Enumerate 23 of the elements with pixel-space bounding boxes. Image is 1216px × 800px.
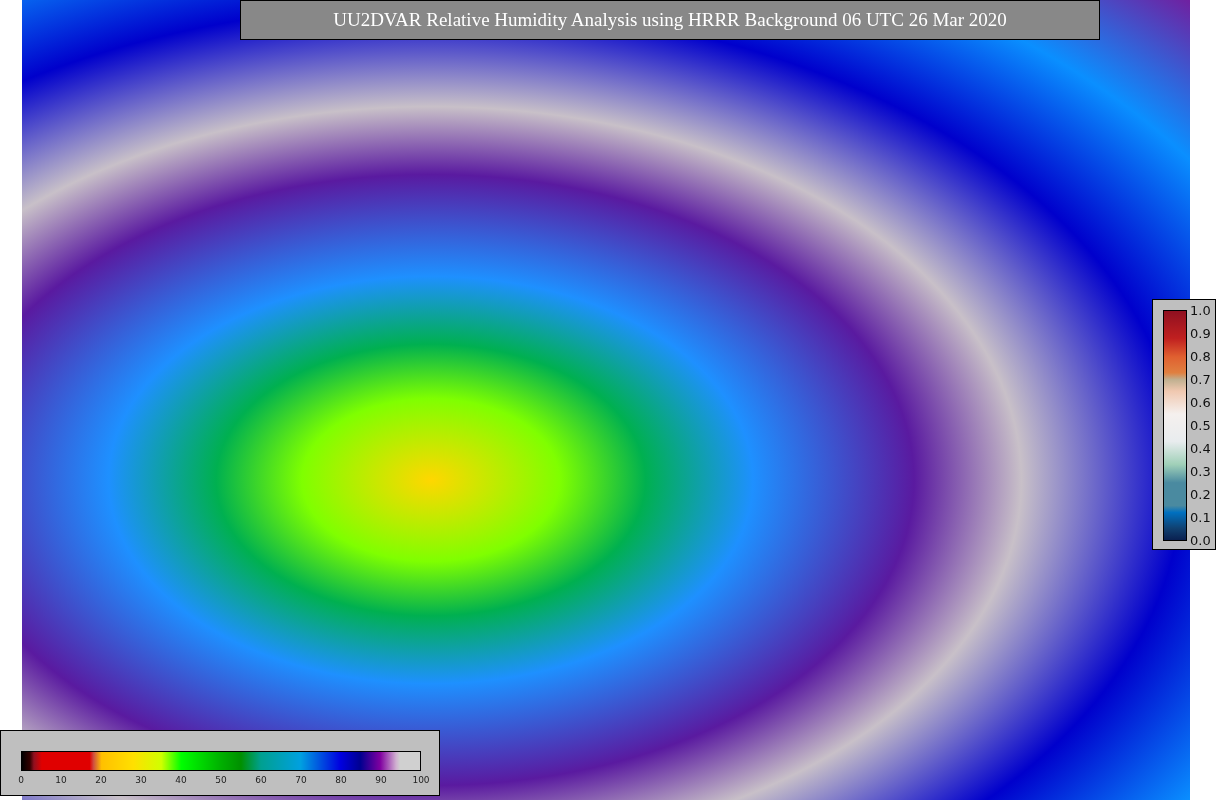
colorbar-tick-label: 0.6	[1190, 396, 1211, 409]
colorbar-tick-label: 100	[411, 776, 431, 785]
colorbar-tick-label: 0.3	[1190, 465, 1211, 478]
colorbar-tick-label: 0	[17, 776, 25, 785]
colorbar-tick-label: 0.2	[1190, 488, 1211, 501]
colorbar-tick-label: 40	[174, 776, 188, 785]
colorbar-tick-label: 80	[334, 776, 348, 785]
colorbar-tick-label: 0.9	[1190, 327, 1211, 340]
colorbar-tick-label: 10	[54, 776, 68, 785]
colorbar-tick-label: 0.5	[1190, 419, 1211, 432]
colorbar-tick-label: 30	[134, 776, 148, 785]
colorbar-tick-label: 0.0	[1190, 534, 1211, 547]
colorbar-tick-label: 1.0	[1190, 304, 1211, 317]
colorbar-tick-label: 50	[214, 776, 228, 785]
colorbar-tick-label: 20	[94, 776, 108, 785]
colorbar-tick-label: 0.4	[1190, 442, 1211, 455]
colorbar-tick-label: 0.1	[1190, 511, 1211, 524]
colorbar-tick-label: 0.8	[1190, 350, 1211, 363]
colorbar-tick-label: 60	[254, 776, 268, 785]
colorbar-tick-label: 90	[374, 776, 388, 785]
colorbar-tick-label: 0.7	[1190, 373, 1211, 386]
colorbar-tick-label: 70	[294, 776, 308, 785]
map-title: UU2DVAR Relative Humidity Analysis using HRRR Background 06 UTC 26 Mar 2020	[240, 0, 1100, 40]
